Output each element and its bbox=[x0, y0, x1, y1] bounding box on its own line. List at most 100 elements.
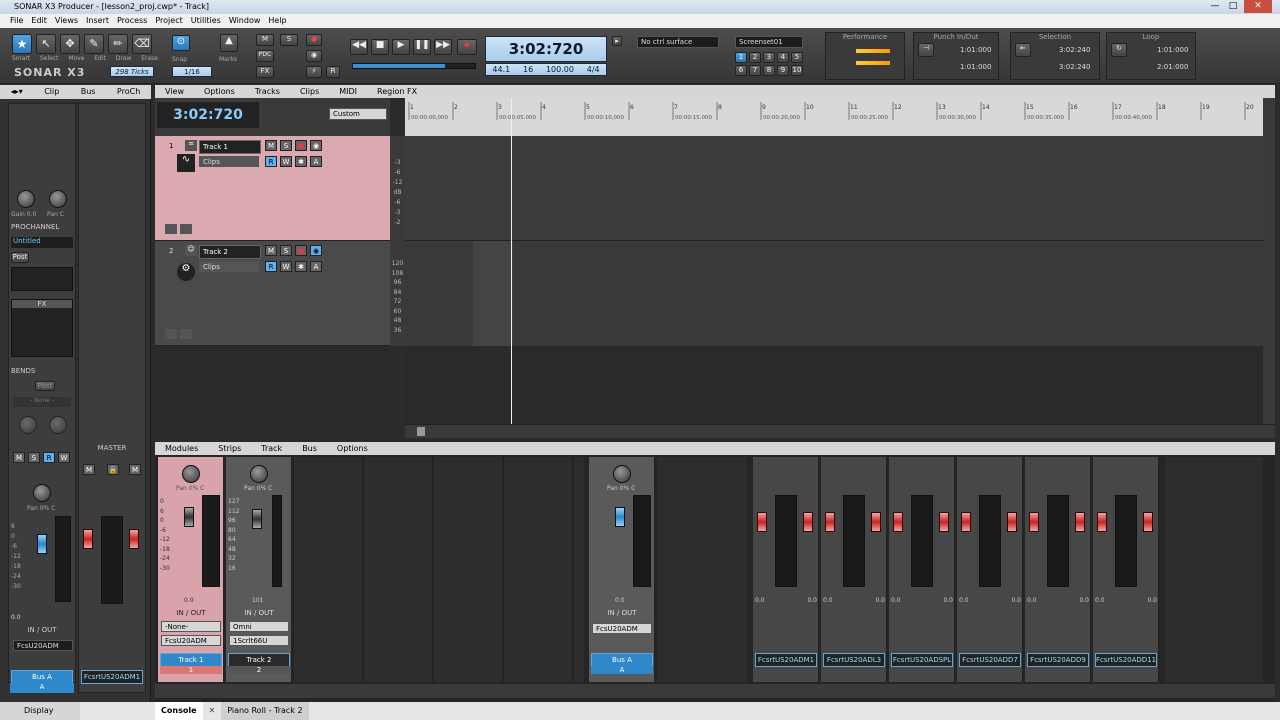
screenset-8-button[interactable]: 8 bbox=[763, 65, 775, 76]
snap-button[interactable]: ⊙ bbox=[172, 35, 190, 51]
screenset-10-button[interactable]: 10 bbox=[791, 65, 803, 76]
minimize-button[interactable]: — bbox=[1206, 0, 1224, 13]
track-1-clips-dropdown[interactable]: Clips bbox=[199, 156, 259, 167]
menu-view[interactable]: View bbox=[155, 85, 194, 98]
master-4-fader-left[interactable] bbox=[961, 512, 971, 532]
master-5-fader-left[interactable] bbox=[1029, 512, 1039, 532]
master-mono-button[interactable]: M bbox=[129, 464, 141, 475]
punch-in-time[interactable]: 1:01:000 bbox=[960, 46, 991, 54]
now-time-display[interactable]: 3:02:720 bbox=[485, 36, 607, 62]
hscroll-thumb[interactable] bbox=[417, 427, 425, 436]
track-1-freeze-icon[interactable]: ✱ bbox=[295, 156, 307, 167]
menu-insert[interactable]: Insert bbox=[82, 14, 113, 28]
master-3-name[interactable]: FcsrtUS20ADSPL bbox=[891, 653, 953, 667]
menu-strips[interactable]: Strips bbox=[208, 442, 251, 455]
inspector-track-name[interactable]: Bus A bbox=[11, 670, 73, 684]
track-2-read-button[interactable]: R bbox=[265, 261, 277, 272]
track-2-automation-icon[interactable]: A bbox=[310, 261, 322, 272]
fx-bin[interactable]: FX bbox=[11, 299, 73, 357]
master-1-name[interactable]: FcsrtUS20ADM1 bbox=[755, 653, 817, 667]
bends-preset-dropdown[interactable]: - None - bbox=[13, 397, 71, 407]
screenset-1-button[interactable]: 1 bbox=[735, 52, 747, 63]
snap-resolution[interactable]: 1/16 bbox=[172, 66, 212, 77]
selection-start[interactable]: 3:02:240 bbox=[1059, 46, 1090, 54]
track-1-clip-lane[interactable] bbox=[405, 136, 1263, 241]
pan-knob[interactable] bbox=[49, 190, 67, 208]
track-1-name[interactable]: Track 1 bbox=[199, 140, 261, 154]
track-2-expand-icon[interactable] bbox=[165, 329, 177, 339]
track-view-hscroll[interactable] bbox=[405, 424, 1275, 438]
punch-out-time[interactable]: 1:01:000 bbox=[960, 63, 991, 71]
strip-1-output-dropdown[interactable]: FcsU20ADM bbox=[161, 635, 221, 646]
smart-tool-button[interactable]: ★ bbox=[12, 34, 32, 54]
screenset-7-button[interactable]: 7 bbox=[749, 65, 761, 76]
now-time-cursor[interactable] bbox=[511, 98, 512, 424]
time-up-icon[interactable]: ▸ bbox=[612, 36, 622, 46]
screenset-5-button[interactable]: 5 bbox=[791, 52, 803, 63]
track-2-echo-button[interactable]: ◉ bbox=[310, 245, 322, 256]
menu-views[interactable]: Views bbox=[51, 14, 82, 28]
master-5-name[interactable]: FcsrtUS20ADD9 bbox=[1027, 653, 1089, 667]
select-tool-button[interactable]: ↖ bbox=[36, 34, 56, 54]
track-1-lanes-icon[interactable] bbox=[180, 224, 192, 234]
track-1-automation-icon[interactable]: A bbox=[310, 156, 322, 167]
track-2-clips-dropdown[interactable]: Clips bbox=[199, 261, 259, 272]
track-1-expand-icon[interactable] bbox=[165, 224, 177, 234]
master-2-name[interactable]: FcsrtUS20ADL3 bbox=[823, 653, 885, 667]
menu-file[interactable]: File bbox=[6, 14, 27, 28]
track-1-solo-button[interactable]: S bbox=[280, 140, 292, 151]
track-2-clip-lane[interactable] bbox=[405, 241, 1263, 346]
strip-2-output-dropdown[interactable]: 1Scrlt66U bbox=[229, 635, 289, 646]
transport-position-slider[interactable] bbox=[352, 63, 476, 69]
input-echo-button[interactable]: ◉ bbox=[306, 50, 322, 62]
punch-toggle-icon[interactable]: ⊣ bbox=[918, 43, 934, 57]
track-1-mute-button[interactable]: M bbox=[265, 140, 277, 151]
menu-midi[interactable]: MIDI bbox=[329, 85, 367, 98]
bus-a-output-dropdown[interactable]: FcsU20ADM bbox=[592, 623, 652, 634]
strip-1-pan-knob[interactable] bbox=[182, 465, 200, 483]
bends-post-button[interactable]: Post bbox=[35, 381, 55, 391]
screenset-dropdown[interactable]: Screenset01 bbox=[735, 36, 803, 48]
record-button[interactable]: ⏺ bbox=[457, 39, 477, 55]
inspector-solo-button[interactable]: S bbox=[28, 452, 40, 463]
inspector-pan-knob[interactable] bbox=[33, 484, 51, 502]
bus-a-volume-fader[interactable] bbox=[615, 507, 625, 527]
strip-2-input-dropdown[interactable]: Omni bbox=[229, 621, 289, 632]
tab-piano-roll[interactable]: Piano Roll - Track 2 bbox=[221, 702, 309, 720]
prochannel-preset[interactable]: Untitled bbox=[11, 237, 73, 248]
strip-1-name[interactable]: Track 1 bbox=[160, 653, 222, 667]
inspector-write-button[interactable]: W bbox=[58, 452, 70, 463]
selection-icon[interactable]: ⇤ bbox=[1015, 43, 1031, 57]
track-2-name[interactable]: Track 2 bbox=[199, 245, 261, 259]
menu-process[interactable]: Process bbox=[113, 14, 151, 28]
menu-tracks[interactable]: Tracks bbox=[245, 85, 290, 98]
track-header-2[interactable]: 2 ☺ Track 2 M S ● ◉ ⚙ Clips R W ✱ A bbox=[155, 241, 390, 346]
master-6-name[interactable]: FcsrtUS20ADD11 bbox=[1095, 653, 1157, 667]
inspector-menu-icon[interactable]: ◂▸▾ bbox=[11, 85, 23, 99]
master-1-fader-right[interactable] bbox=[803, 512, 813, 532]
draw-tool-button[interactable]: ✏ bbox=[108, 34, 128, 54]
track-1-echo-button[interactable]: ◉ bbox=[310, 140, 322, 151]
record-arm-all-button[interactable]: ● bbox=[306, 34, 322, 46]
tab-prochannel[interactable]: ProCh bbox=[117, 85, 140, 99]
pdc-button[interactable]: PDC bbox=[256, 50, 274, 62]
mix-solo-button[interactable]: S bbox=[280, 34, 298, 46]
master-1-fader-left[interactable] bbox=[757, 512, 767, 532]
menu-project[interactable]: Project bbox=[151, 14, 186, 28]
ctrl-surface-dropdown[interactable]: No ctrl surface bbox=[637, 36, 719, 48]
menu-utilities[interactable]: Utilities bbox=[187, 14, 225, 28]
strip-2-name[interactable]: Track 2 bbox=[228, 653, 290, 667]
close-button[interactable]: ✕ bbox=[1244, 0, 1272, 13]
menu-track[interactable]: Track bbox=[251, 442, 292, 455]
track-2-mute-button[interactable]: M bbox=[265, 245, 277, 256]
track-view-vscroll[interactable] bbox=[1263, 98, 1275, 424]
tab-close-icon[interactable]: ✕ bbox=[203, 702, 222, 720]
master-6-fader-right[interactable] bbox=[1143, 512, 1153, 532]
bend-knob-2[interactable] bbox=[49, 416, 67, 434]
master-5-fader-right[interactable] bbox=[1075, 512, 1085, 532]
fx-button[interactable]: FX bbox=[256, 66, 274, 78]
track-1-write-button[interactable]: W bbox=[280, 156, 292, 167]
bus-a-name[interactable]: Bus A bbox=[591, 653, 653, 667]
play-button[interactable]: ▶ bbox=[392, 39, 410, 55]
inspector-mute-button[interactable]: M bbox=[13, 452, 25, 463]
